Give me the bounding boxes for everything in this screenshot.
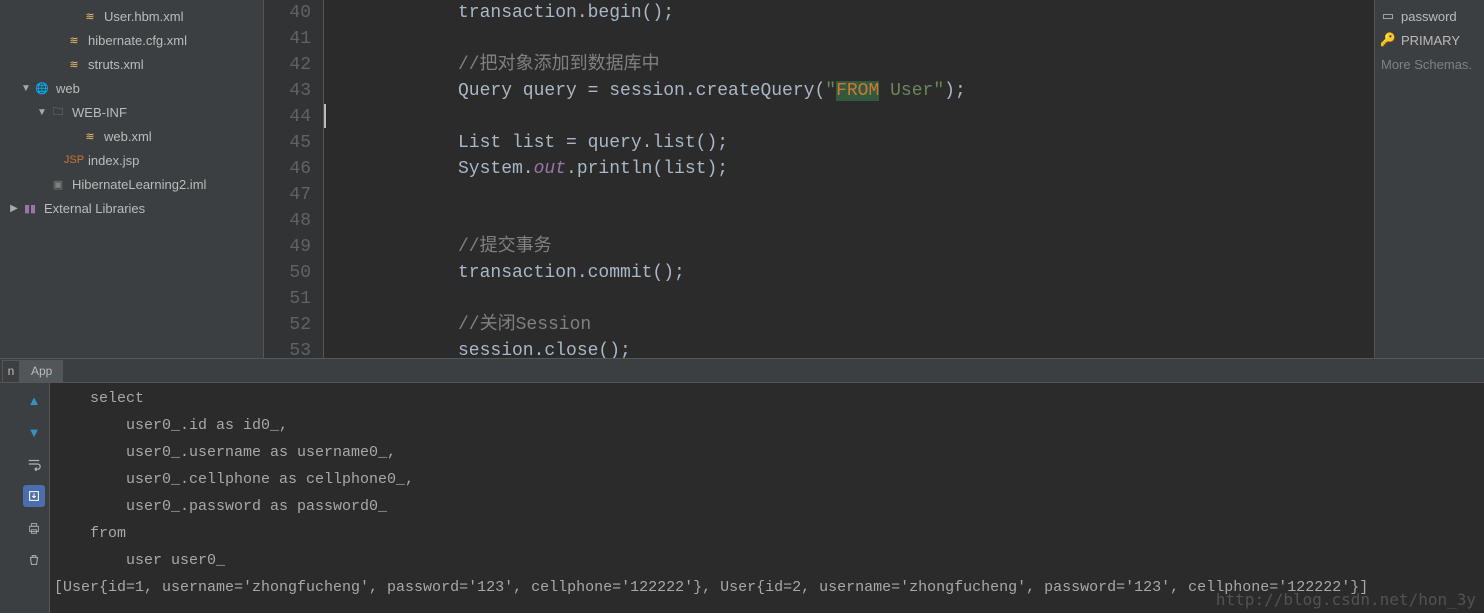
line-number: 53	[264, 338, 311, 358]
up-icon[interactable]: ▲	[23, 389, 45, 411]
code-line[interactable]	[338, 182, 1374, 208]
tree-toggle-icon	[52, 34, 64, 46]
console-tabs: n App	[0, 359, 1484, 383]
console-tab-app[interactable]: App	[20, 360, 63, 382]
line-number: 50	[264, 260, 311, 286]
console-output[interactable]: select user0_.id as id0_, user0_.usernam…	[50, 383, 1484, 613]
line-number: 43	[264, 78, 311, 104]
tree-item-web[interactable]: ▼🌐web	[0, 76, 263, 100]
scroll-to-end-icon[interactable]	[23, 485, 45, 507]
tree-item-label: web	[56, 81, 80, 96]
tree-item-external-libraries[interactable]: ▶▮▮External Libraries	[0, 196, 263, 220]
console-line: user0_.cellphone as cellphone0_,	[54, 466, 1484, 493]
line-number: 47	[264, 182, 311, 208]
code-line[interactable]: //关闭Session	[338, 312, 1374, 338]
editor-caret	[324, 104, 326, 128]
line-number: 49	[264, 234, 311, 260]
line-number: 45	[264, 130, 311, 156]
console-line: user user0_	[54, 547, 1484, 574]
code-line[interactable]: transaction.begin();	[338, 0, 1374, 26]
tree-toggle-icon[interactable]: ▶	[8, 202, 20, 214]
print-icon[interactable]	[23, 517, 45, 539]
tree-toggle-icon[interactable]: ▼	[20, 82, 32, 94]
tree-item-label: web.xml	[104, 129, 152, 144]
code-line[interactable]: Query query = session.createQuery("FROM …	[338, 78, 1374, 104]
code-line[interactable]: session.close();	[338, 338, 1374, 358]
key-icon: 🔑	[1381, 32, 1395, 48]
tree-item-hibernatelearning2-iml[interactable]: ▣HibernateLearning2.iml	[0, 172, 263, 196]
tree-item-user-hbm-xml[interactable]: ≋User.hbm.xml	[0, 4, 263, 28]
column-icon: ▭	[1381, 8, 1395, 24]
tree-item-label: hibernate.cfg.xml	[88, 33, 187, 48]
db-key-label: PRIMARY	[1401, 33, 1460, 48]
tree-item-label: struts.xml	[88, 57, 144, 72]
tree-item-label: HibernateLearning2.iml	[72, 177, 206, 192]
console-line: from	[54, 520, 1484, 547]
tree-toggle-icon	[68, 10, 80, 22]
line-number: 51	[264, 286, 311, 312]
database-panel[interactable]: ▭ password 🔑 PRIMARY More Schemas.	[1374, 0, 1484, 358]
line-number: 42	[264, 52, 311, 78]
tree-toggle-icon	[68, 130, 80, 142]
console-line: select	[54, 385, 1484, 412]
code-line[interactable]	[338, 286, 1374, 312]
code-line[interactable]	[338, 104, 1374, 130]
code-line[interactable]: System.out.println(list);	[338, 156, 1374, 182]
tree-item-label: index.jsp	[88, 153, 139, 168]
tree-item-index-jsp[interactable]: JSPindex.jsp	[0, 148, 263, 172]
editor-gutter: 4041424344454647484950515253	[264, 0, 324, 358]
project-tree[interactable]: ≋User.hbm.xml≋hibernate.cfg.xml≋struts.x…	[0, 0, 264, 358]
line-number: 40	[264, 0, 311, 26]
line-number: 41	[264, 26, 311, 52]
tree-item-hibernate-cfg-xml[interactable]: ≋hibernate.cfg.xml	[0, 28, 263, 52]
console-line: user0_.username as username0_,	[54, 439, 1484, 466]
db-column-label: password	[1401, 9, 1457, 24]
tree-item-web-inf[interactable]: ▼🗀WEB-INF	[0, 100, 263, 124]
code-line[interactable]: List list = query.list();	[338, 130, 1374, 156]
db-key-row[interactable]: 🔑 PRIMARY	[1381, 28, 1484, 52]
code-line[interactable]: //把对象添加到数据库中	[338, 52, 1374, 78]
code-editor[interactable]: 4041424344454647484950515253 transaction…	[264, 0, 1374, 358]
line-number: 52	[264, 312, 311, 338]
code-line[interactable]	[338, 26, 1374, 52]
clear-icon[interactable]	[23, 549, 45, 571]
db-column-row[interactable]: ▭ password	[1381, 4, 1484, 28]
console-tab-icon[interactable]: n	[2, 360, 20, 382]
console-toolbar: ▲ ▼	[0, 383, 50, 613]
line-number: 44	[264, 104, 311, 130]
tree-item-label: External Libraries	[44, 201, 145, 216]
code-line[interactable]	[338, 208, 1374, 234]
editor-code-area[interactable]: transaction.begin(); //把对象添加到数据库中Query qu…	[324, 0, 1374, 358]
soft-wrap-icon[interactable]	[23, 453, 45, 475]
more-schemas-link[interactable]: More Schemas.	[1381, 52, 1484, 76]
tree-toggle-icon	[52, 58, 64, 70]
tree-item-label: User.hbm.xml	[104, 9, 183, 24]
tree-toggle-icon	[52, 154, 64, 166]
line-number: 46	[264, 156, 311, 182]
tree-item-web-xml[interactable]: ≋web.xml	[0, 124, 263, 148]
run-tool-window[interactable]: n App ▲ ▼ select user0_.id as id0_, user…	[0, 358, 1484, 613]
tree-toggle-icon	[36, 178, 48, 190]
code-line[interactable]: //提交事务	[338, 234, 1374, 260]
down-icon[interactable]: ▼	[23, 421, 45, 443]
tree-item-label: WEB-INF	[72, 105, 127, 120]
watermark: http://blog.csdn.net/hon_3y	[1216, 590, 1476, 609]
line-number: 48	[264, 208, 311, 234]
code-line[interactable]: transaction.commit();	[338, 260, 1374, 286]
tree-toggle-icon[interactable]: ▼	[36, 106, 48, 118]
tree-item-struts-xml[interactable]: ≋struts.xml	[0, 52, 263, 76]
console-line: user0_.password as password0_	[54, 493, 1484, 520]
console-line: user0_.id as id0_,	[54, 412, 1484, 439]
